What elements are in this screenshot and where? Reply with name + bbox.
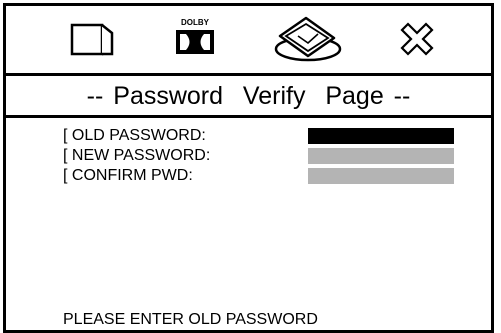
confirm-password-field[interactable] <box>308 168 454 184</box>
confirm-password-label: [ CONFIRM PWD: <box>63 167 193 184</box>
icon-bar: DOLBY <box>6 6 491 76</box>
new-password-row[interactable]: [ NEW PASSWORD: <box>63 148 463 168</box>
old-password-row[interactable]: [ OLD PASSWORD: <box>63 128 463 148</box>
page-icon[interactable] <box>64 16 124 66</box>
new-password-field[interactable] <box>308 148 454 164</box>
password-form: [ OLD PASSWORD: [ NEW PASSWORD: [ CONFIR… <box>63 128 463 188</box>
exit-icon[interactable] <box>386 16 446 66</box>
dolby-logo-text: DOLBY <box>181 18 210 27</box>
confirm-password-row[interactable]: [ CONFIRM PWD: <box>63 168 463 188</box>
page-title: -- Password Verify Page -- <box>6 76 491 118</box>
status-message: PLEASE ENTER OLD PASSWORD <box>63 311 318 328</box>
dolby-icon[interactable]: DOLBY <box>164 16 224 66</box>
osd-window: DOLBY -- Password Verify Page -- [ OLD P… <box>3 3 494 333</box>
old-password-field[interactable] <box>308 128 454 144</box>
new-password-label: [ NEW PASSWORD: <box>63 147 211 164</box>
setup-disc-icon[interactable] <box>268 16 342 66</box>
old-password-label: [ OLD PASSWORD: <box>63 127 206 144</box>
